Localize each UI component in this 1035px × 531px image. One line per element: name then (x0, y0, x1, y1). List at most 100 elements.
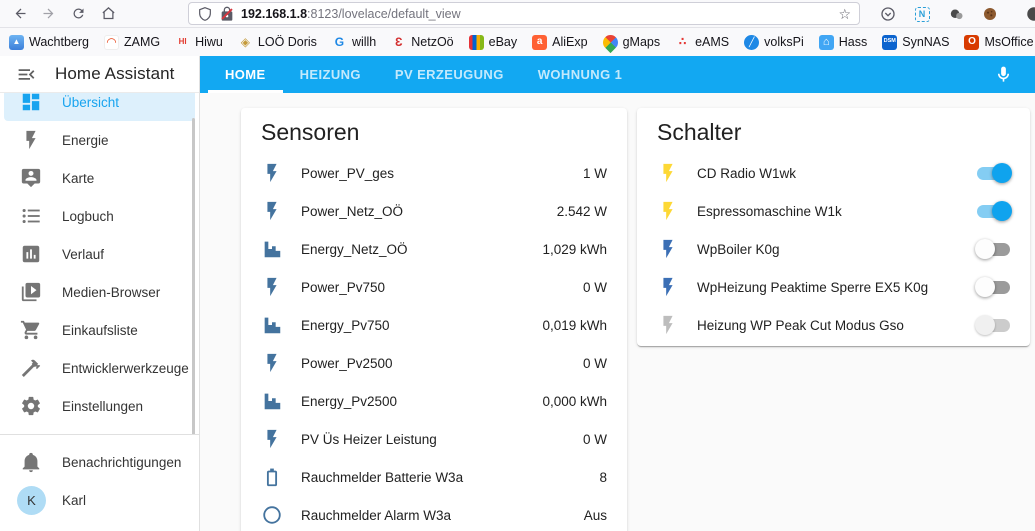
mic-icon[interactable] (994, 65, 1013, 84)
screen: 192.168.1.8:8123/lovelace/default_view ☆… (0, 0, 1035, 531)
flash-icon (663, 277, 673, 297)
tab-pv-erzeugung[interactable]: PV ERZEUGUNG (378, 56, 521, 93)
zamg-favicon: ◠ (103, 34, 119, 50)
wachtberg-favicon: ▲ (9, 34, 24, 50)
tab-wohnung-1[interactable]: WOHNUNG 1 (521, 56, 640, 93)
sensor-row-power-pv750[interactable]: Power_Pv750 0 W (241, 268, 627, 306)
flash-icon (267, 353, 277, 373)
switch-row-wpheizung-peaktime[interactable]: WpHeizung Peaktime Sperre EX5 K0g (637, 268, 1030, 306)
pocket-icon[interactable] (877, 3, 899, 25)
bookmark-star-icon[interactable]: ☆ (838, 7, 851, 21)
noscript-icon[interactable]: N (911, 3, 933, 25)
sidebar-scrollbar[interactable] (192, 118, 195, 470)
dashboard-content: Sensoren Power_PV_ges 1 W Power_Netz_OÖ … (200, 93, 1035, 531)
flash-icon (663, 315, 673, 335)
sidebar-item-einkaufsliste[interactable]: Einkaufsliste (4, 311, 195, 349)
cart-icon (20, 320, 40, 340)
sidebar-item-karte[interactable]: Karte (4, 159, 195, 197)
bookmark-aliexp[interactable]: a AliExp (532, 34, 588, 50)
aliexp-favicon: a (532, 34, 548, 50)
sidebar-item-einstellungen[interactable]: Einstellungen (4, 387, 195, 425)
forward-button[interactable] (34, 2, 62, 26)
switch-row-wpboiler[interactable]: WpBoiler K0g (637, 230, 1030, 268)
sensor-row-power-pv-ges[interactable]: Power_PV_ges 1 W (241, 154, 627, 192)
tracking-shield-icon[interactable] (197, 6, 213, 22)
insecure-lock-icon[interactable] (219, 6, 235, 22)
menu-open-icon[interactable] (16, 64, 37, 85)
sidebar-item-energie[interactable]: Energie (4, 121, 195, 159)
sidebar-item-benachrichtigungen[interactable]: Benachrichtigungen (4, 443, 195, 481)
volkspi-favicon: ╱ (744, 34, 760, 50)
home-assistant-app: Home Assistant Übersicht Energie Karte L… (0, 56, 1035, 531)
willh-favicon: G (334, 35, 345, 49)
toggle-heizung-wp-peak-cut[interactable] (975, 315, 1010, 335)
bookmark-hass[interactable]: ⌂ Hass (818, 34, 867, 50)
bookmark-netzoo[interactable]: Ɛ NetzOö (391, 35, 454, 50)
bookmark-willh[interactable]: Gwillh (332, 35, 376, 50)
sensor-row-rauchmelder-batterie[interactable]: Rauchmelder Batterie W3a 8 (241, 458, 627, 496)
sidebar-item-user[interactable]: K Karl (4, 481, 195, 519)
tab-home[interactable]: HOME (208, 56, 283, 93)
bookmark-hiwu[interactable]: HI Hiwu (175, 35, 223, 50)
switch-row-heizung-wp-peak-cut[interactable]: Heizung WP Peak Cut Modus Gso (637, 306, 1030, 344)
flash-icon (267, 163, 277, 183)
home-button[interactable] (94, 2, 122, 26)
toggle-wpboiler[interactable] (975, 239, 1010, 259)
bookmark-eams[interactable]: ∴ eAMS (675, 35, 729, 50)
sensor-row-energy-netz-oo[interactable]: Energy_Netz_OÖ 1,029 kWh (241, 230, 627, 268)
app-title: Home Assistant (55, 64, 175, 83)
bookmark-msoffice[interactable]: O MsOffice (964, 34, 1034, 50)
toggle-espressomaschine[interactable] (977, 201, 1012, 221)
sidebar: Home Assistant Übersicht Energie Karte L… (0, 56, 200, 531)
bookmark-ebay[interactable]: eeBay (468, 34, 517, 50)
toggle-wpheizung-peaktime[interactable] (975, 277, 1010, 297)
flash-icon (267, 201, 277, 221)
bookmark-synnas[interactable]: DSM SynNAS (882, 34, 949, 50)
bookmark-loo-doris[interactable]: ◈ LOÖ Doris (238, 35, 317, 50)
netzoo-favicon: Ɛ (394, 35, 403, 49)
url-text[interactable]: 192.168.1.8:8123/lovelace/default_view (241, 7, 838, 21)
hammer-icon (21, 359, 41, 377)
sidebar-item-entwicklerwerkzeuge[interactable]: Entwicklerwerkzeuge (4, 349, 195, 387)
history-chart-icon (22, 245, 40, 263)
sensor-row-power-pv2500[interactable]: Power_Pv2500 0 W (241, 344, 627, 382)
flash-icon (663, 201, 673, 221)
tab-heizung[interactable]: HEIZUNG (283, 56, 378, 93)
sensor-row-pv-ues-heizer[interactable]: PV Üs Heizer Leistung 0 W (241, 420, 627, 458)
toggle-cd-radio[interactable] (977, 163, 1012, 183)
chart-icon (264, 317, 281, 334)
switch-row-cd-radio[interactable]: CD Radio W1wk (637, 154, 1030, 192)
url-bar[interactable]: 192.168.1.8:8123/lovelace/default_view ☆ (188, 2, 860, 25)
profile-extension-icon[interactable] (1023, 3, 1035, 25)
sensor-row-power-netz-oo[interactable]: Power_Netz_OÖ 2.542 W (241, 192, 627, 230)
reload-button[interactable] (64, 2, 92, 26)
sensors-card: Sensoren Power_PV_ges 1 W Power_Netz_OÖ … (241, 108, 627, 531)
cookie-extension-icon[interactable] (979, 3, 1001, 25)
bookmark-gmaps[interactable]: •gMaps (599, 31, 660, 53)
bell-icon (22, 452, 40, 473)
sidebar-item-medien-browser[interactable]: Medien-Browser (4, 273, 195, 311)
sidebar-item-uebersicht[interactable]: Übersicht (4, 93, 195, 121)
sensor-row-energy-pv2500[interactable]: Energy_Pv2500 0,000 kWh (241, 382, 627, 420)
back-button[interactable] (6, 2, 34, 26)
bookmark-volkspi[interactable]: ╱ volksPi (744, 34, 804, 50)
sensors-card-title: Sensoren (261, 119, 360, 145)
switches-card: Schalter CD Radio W1wk Espressomaschine … (637, 108, 1030, 346)
flash-icon (267, 429, 277, 449)
sensor-row-rauchmelder-alarm[interactable]: Rauchmelder Alarm W3a Aus (241, 496, 627, 531)
bookmark-wachtberg[interactable]: ▲ Wachtberg (9, 34, 89, 50)
gear-icon (22, 396, 40, 416)
flash-icon (663, 163, 673, 183)
spheres-extension-icon[interactable] (945, 3, 967, 25)
toggle-thumb (992, 163, 1012, 183)
sidebar-bottom: Benachrichtigungen K Karl (0, 434, 199, 531)
sensor-row-energy-pv750[interactable]: Energy_Pv750 0,019 kWh (241, 306, 627, 344)
synnas-favicon: DSM (882, 34, 898, 50)
avatar: K (17, 485, 46, 515)
url-path: :8123/lovelace/default_view (307, 6, 461, 21)
forward-icon (43, 8, 53, 19)
sidebar-item-verlauf[interactable]: Verlauf (4, 235, 195, 273)
sidebar-item-logbuch[interactable]: Logbuch (4, 197, 195, 235)
switch-row-espressomaschine[interactable]: Espressomaschine W1k (637, 192, 1030, 230)
bookmark-zamg[interactable]: ◠ ZAMG (103, 34, 160, 50)
